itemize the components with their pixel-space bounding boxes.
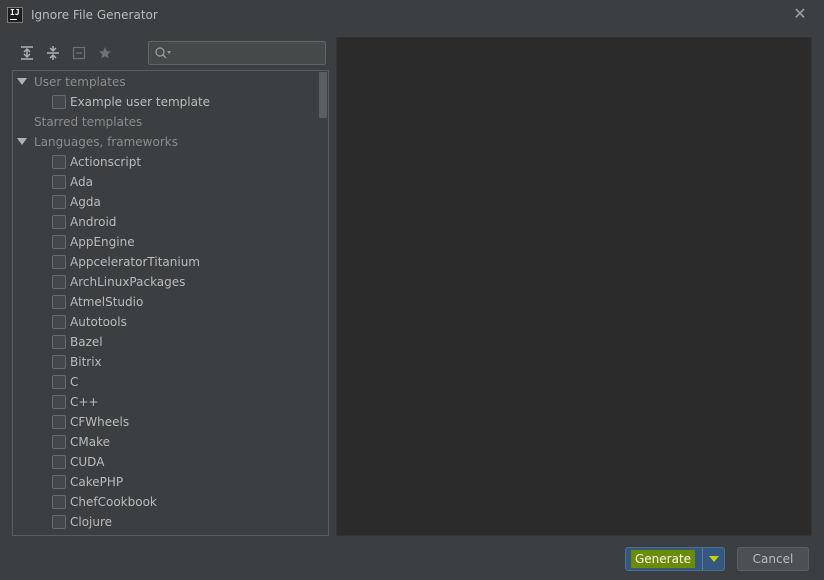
template-item[interactable]: CUDA [52,452,104,472]
template-checkbox[interactable] [52,155,66,169]
template-checkbox[interactable] [52,395,66,409]
template-label: AppEngine [70,235,135,249]
search-icon [154,46,172,60]
search-input[interactable] [175,44,320,62]
template-item[interactable]: CakePHP [52,472,123,492]
template-label: Ada [70,175,93,189]
template-checkbox[interactable] [52,455,66,469]
template-label: AppceleratorTitanium [70,255,200,269]
template-item[interactable]: C++ [52,392,99,412]
group-starred-templates[interactable]: Starred templates [34,112,142,132]
template-item[interactable]: ChefCookbook [52,492,157,512]
template-label: Clojure [70,515,113,529]
template-checkbox[interactable] [52,295,66,309]
template-label: Android [70,215,117,229]
expand-all-icon[interactable] [18,44,36,62]
template-item[interactable]: ArchLinuxPackages [52,272,185,292]
template-checkbox[interactable] [52,335,66,349]
template-item[interactable]: Android [52,212,116,232]
preview-editor[interactable] [336,37,812,536]
template-checkbox[interactable] [52,495,66,509]
template-label: ChefCookbook [70,495,157,509]
template-item[interactable]: Example user template [52,92,210,112]
template-checkbox[interactable] [52,175,66,189]
generate-label: Generate [631,550,696,568]
template-label: Actionscript [70,155,142,169]
tree-scrollbar[interactable] [319,72,327,118]
template-label: CUDA [70,455,105,469]
template-checkbox[interactable] [52,475,66,489]
template-item[interactable]: C [52,372,78,392]
template-item[interactable]: AppceleratorTitanium [52,252,200,272]
remove-icon[interactable] [70,44,88,62]
template-item[interactable]: Clojure [52,512,112,532]
template-item[interactable]: Actionscript [52,152,141,172]
group-label: Languages, frameworks [34,135,178,149]
template-checkbox[interactable] [52,515,66,529]
template-checkbox[interactable] [52,235,66,249]
generate-dropdown-button[interactable] [702,548,724,570]
template-item[interactable]: Agda [52,192,101,212]
template-item[interactable]: AppEngine [52,232,135,252]
expand-toggle-icon[interactable] [16,136,28,148]
search-field[interactable] [148,41,326,65]
template-checkbox[interactable] [52,195,66,209]
template-item[interactable]: CFWheels [52,412,129,432]
template-item[interactable]: Bazel [52,332,103,352]
template-item[interactable]: Ada [52,172,93,192]
cancel-button[interactable]: Cancel [737,547,809,571]
collapse-all-icon[interactable] [44,44,62,62]
template-item[interactable]: AtmelStudio [52,292,143,312]
template-checkbox[interactable] [52,355,66,369]
star-icon[interactable] [96,44,114,62]
template-label: CakePHP [70,475,124,489]
group-user-templates[interactable]: User templates [34,72,126,92]
template-checkbox[interactable] [52,275,66,289]
expand-toggle-icon[interactable] [16,76,28,88]
template-label: CMake [70,435,110,449]
group-languages-frameworks[interactable]: Languages, frameworks [34,132,178,152]
window-title: Ignore File Generator [31,8,158,22]
template-label: C++ [70,395,99,409]
template-label: Bazel [70,335,103,349]
template-label: Bitrix [70,355,102,369]
title-bar: IJ Ignore File Generator ✕ [0,0,824,31]
template-label: AtmelStudio [70,295,144,309]
group-label: Starred templates [34,115,143,129]
template-tree[interactable]: User templates Example user template Sta… [12,70,329,536]
template-checkbox[interactable] [52,435,66,449]
template-label: Agda [70,195,101,209]
generate-main-action[interactable]: Generate [626,548,702,570]
template-label: Autotools [70,315,127,329]
template-checkbox[interactable] [52,375,66,389]
intellij-app-icon: IJ [7,7,23,23]
template-label: CFWheels [70,415,130,429]
close-icon[interactable]: ✕ [792,6,808,22]
template-item[interactable]: CMake [52,432,110,452]
template-checkbox[interactable] [52,215,66,229]
template-label: C [70,375,79,389]
dropdown-arrow-icon [708,556,719,562]
template-checkbox[interactable] [52,95,66,109]
template-checkbox[interactable] [52,315,66,329]
group-label: User templates [34,75,126,89]
template-item[interactable]: Bitrix [52,352,102,372]
template-item[interactable]: Autotools [52,312,127,332]
template-label: ArchLinuxPackages [70,275,186,289]
template-checkbox[interactable] [52,255,66,269]
generate-button[interactable]: Generate [625,547,725,571]
template-checkbox[interactable] [52,415,66,429]
template-label: Example user template [70,95,211,109]
